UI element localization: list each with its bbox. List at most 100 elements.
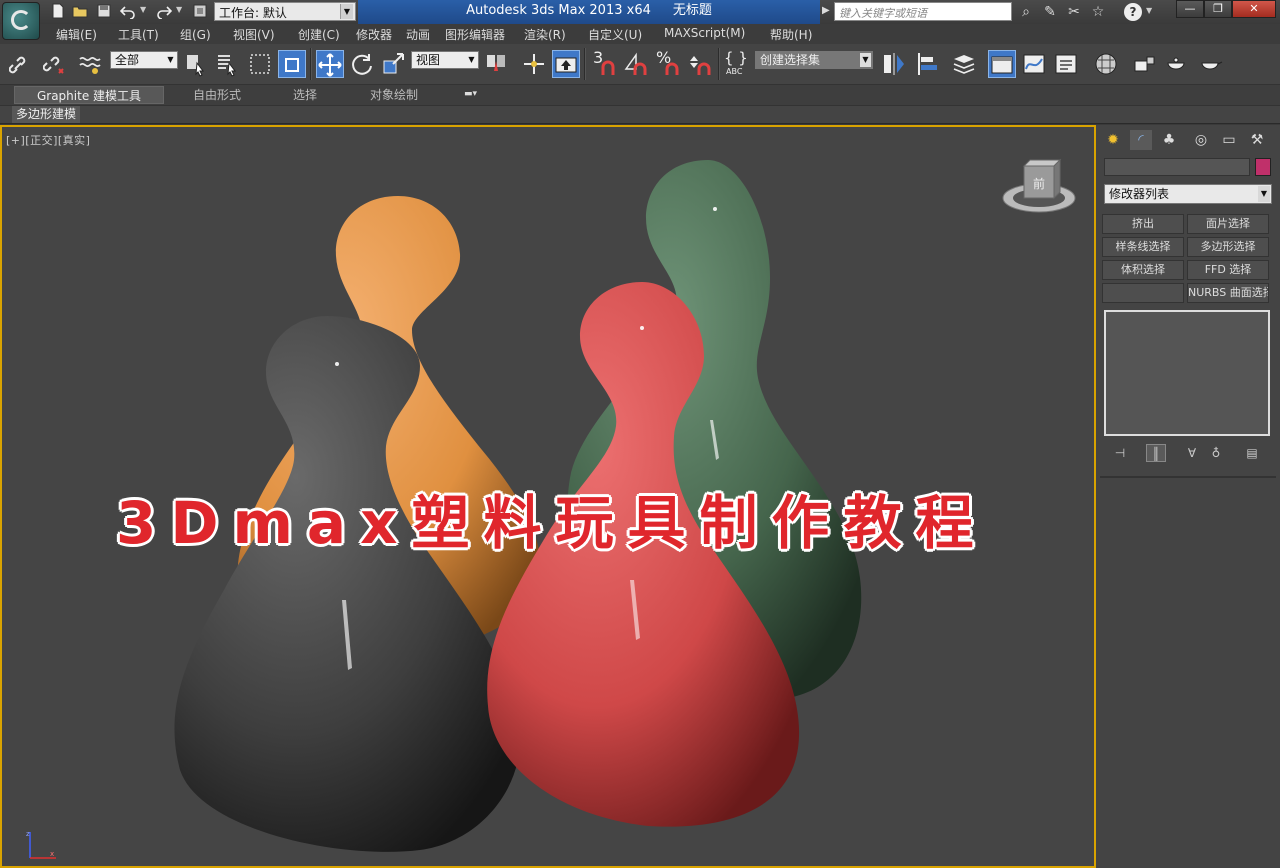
tab-selection[interactable]: 选择 xyxy=(280,86,330,104)
menu-modifiers[interactable]: 修改器 xyxy=(356,26,392,43)
volume-select-button[interactable]: 体积选择 xyxy=(1102,260,1184,280)
unlink-selection-icon[interactable] xyxy=(42,50,70,78)
communication-icon[interactable]: ✂ xyxy=(1066,4,1082,20)
save-file-icon[interactable] xyxy=(96,3,112,19)
undo-icon[interactable] xyxy=(119,3,136,20)
menu-rendering[interactable]: 渲染(R) xyxy=(524,26,566,43)
play-arrow-icon[interactable]: ▶ xyxy=(822,5,830,16)
hierarchy-panel-icon[interactable]: ♣ xyxy=(1158,130,1180,150)
reference-coordinate-dropdown[interactable]: 视图 ▼ xyxy=(411,51,479,69)
select-object-icon[interactable] xyxy=(182,50,210,78)
redo-dropdown-icon[interactable]: ▼ xyxy=(176,5,182,14)
tab-freeform[interactable]: 自由形式 xyxy=(182,86,252,104)
keyboard-shortcut-override-icon[interactable] xyxy=(552,50,580,78)
extrude-button[interactable]: 挤出 xyxy=(1102,214,1184,234)
poly-select-button[interactable]: 多边形选择 xyxy=(1187,237,1269,257)
ribbon-options-icon[interactable]: ▬▾ xyxy=(464,89,486,101)
tab-graphite-modeling-tools[interactable]: Graphite 建模工具 xyxy=(14,86,164,104)
close-button[interactable]: ✕ xyxy=(1232,0,1276,18)
render-setup-icon[interactable] xyxy=(1130,50,1158,78)
polygon-modeling-subtab[interactable]: 多边形建模 xyxy=(12,106,80,123)
motion-panel-icon[interactable]: ◎ xyxy=(1190,130,1212,150)
angle-snap-icon[interactable] xyxy=(622,50,650,78)
menu-animation[interactable]: 动画 xyxy=(406,26,430,43)
svg-text:x: x xyxy=(50,850,54,858)
spinner-snap-icon[interactable] xyxy=(686,50,714,78)
manage-layers-icon[interactable] xyxy=(950,50,978,78)
select-and-rotate-icon[interactable] xyxy=(348,50,376,78)
percent-snap-icon[interactable]: % xyxy=(654,48,682,78)
viewport-label[interactable]: [+][正交][真实] xyxy=(6,132,90,148)
spline-select-button[interactable]: 样条线选择 xyxy=(1102,237,1184,257)
chevron-down-icon: ▼ xyxy=(1258,186,1270,202)
make-unique-icon[interactable]: ∀ xyxy=(1182,444,1202,462)
tab-object-paint[interactable]: 对象绘制 xyxy=(356,86,432,104)
window-crossing-icon[interactable] xyxy=(278,50,306,78)
chevron-down-icon: ▼ xyxy=(167,55,174,64)
menu-group[interactable]: 组(G) xyxy=(180,26,211,43)
named-selection-sets-dropdown[interactable]: 创建选择集 ▼ xyxy=(755,51,873,69)
snaps-toggle-icon[interactable]: 3 xyxy=(590,48,618,78)
help-icon[interactable]: ? xyxy=(1124,3,1142,21)
viewcube-icon[interactable]: 前 xyxy=(1000,158,1078,220)
menu-tools[interactable]: 工具(T) xyxy=(118,26,159,43)
modifier-stack-list[interactable] xyxy=(1104,310,1270,436)
favorites-star-icon[interactable]: ☆ xyxy=(1090,4,1106,20)
pin-stack-icon[interactable]: ⊣ xyxy=(1110,444,1130,462)
menu-customize[interactable]: 自定义(U) xyxy=(588,26,642,43)
graphite-modeling-tools-toggle-icon[interactable] xyxy=(988,50,1016,78)
menu-create[interactable]: 创建(C) xyxy=(298,26,340,43)
curve-editor-icon[interactable] xyxy=(1020,50,1048,78)
selection-filter-dropdown[interactable]: 全部 ▼ xyxy=(110,51,178,69)
help-dropdown-icon[interactable]: ▼ xyxy=(1146,6,1152,15)
edit-named-selection-icon[interactable]: { } ABC xyxy=(722,49,750,78)
bind-to-space-warp-icon[interactable] xyxy=(76,50,104,78)
nurbs-surface-select-button[interactable]: NURBS 曲面选择 xyxy=(1187,283,1269,303)
display-panel-icon[interactable]: ▭ xyxy=(1218,130,1240,150)
show-end-result-icon[interactable]: ║ xyxy=(1146,444,1166,462)
patch-select-button[interactable]: 面片选择 xyxy=(1187,214,1269,234)
select-and-link-icon[interactable] xyxy=(8,50,36,78)
align-icon[interactable] xyxy=(914,50,942,78)
select-and-move-icon[interactable] xyxy=(316,50,344,78)
workspace-dropdown[interactable]: 工作台: 默认 ▼ xyxy=(214,2,356,21)
modify-panel-icon[interactable]: ◜ xyxy=(1130,130,1152,150)
rectangular-selection-icon[interactable] xyxy=(246,50,274,78)
viewcube-face-label: 前 xyxy=(1033,176,1045,191)
menu-edit[interactable]: 编辑(E) xyxy=(56,26,97,43)
object-color-swatch[interactable] xyxy=(1255,158,1271,176)
search-input[interactable]: 键入关键字或短语 xyxy=(834,2,1012,21)
select-and-scale-icon[interactable] xyxy=(380,50,408,78)
select-and-manipulate-icon[interactable] xyxy=(520,50,548,78)
undo-dropdown-icon[interactable]: ▼ xyxy=(140,5,146,14)
object-name-field[interactable] xyxy=(1104,158,1250,176)
menu-maxscript[interactable]: MAXScript(M) xyxy=(664,26,745,40)
remove-modifier-icon[interactable]: ♁ xyxy=(1206,444,1226,462)
menu-help[interactable]: 帮助(H) xyxy=(770,26,812,43)
menu-graph-editors[interactable]: 图形编辑器 xyxy=(445,26,505,43)
configure-modifier-sets-icon[interactable]: ▤ xyxy=(1242,444,1262,462)
new-file-icon[interactable] xyxy=(50,3,66,19)
subscription-icon[interactable]: ✎ xyxy=(1042,4,1058,20)
minimize-button[interactable]: — xyxy=(1176,0,1204,18)
modifier-list-dropdown[interactable]: 修改器列表 ▼ xyxy=(1104,184,1272,204)
material-editor-icon[interactable] xyxy=(1092,50,1120,78)
schematic-view-icon[interactable] xyxy=(1052,50,1080,78)
project-folder-icon[interactable] xyxy=(192,3,208,19)
use-pivot-center-icon[interactable] xyxy=(482,50,510,78)
utilities-panel-icon[interactable]: ⚒ xyxy=(1246,130,1268,150)
redo-icon[interactable] xyxy=(156,3,173,20)
binoculars-icon[interactable]: ⌕ xyxy=(1018,4,1034,20)
ffd-select-button[interactable]: FFD 选择 xyxy=(1187,260,1269,280)
render-production-icon[interactable] xyxy=(1196,50,1224,78)
maximize-button[interactable]: ❐ xyxy=(1204,0,1232,18)
open-file-icon[interactable] xyxy=(72,3,88,19)
select-by-name-icon[interactable] xyxy=(214,50,242,78)
empty-modifier-button[interactable] xyxy=(1102,283,1184,303)
app-logo-button[interactable] xyxy=(2,2,40,40)
create-panel-icon[interactable]: ✹ xyxy=(1102,130,1124,150)
selection-filter-value: 全部 xyxy=(115,53,140,67)
rendered-frame-window-icon[interactable] xyxy=(1162,50,1190,78)
mirror-icon[interactable] xyxy=(880,50,908,78)
menu-views[interactable]: 视图(V) xyxy=(233,26,275,43)
